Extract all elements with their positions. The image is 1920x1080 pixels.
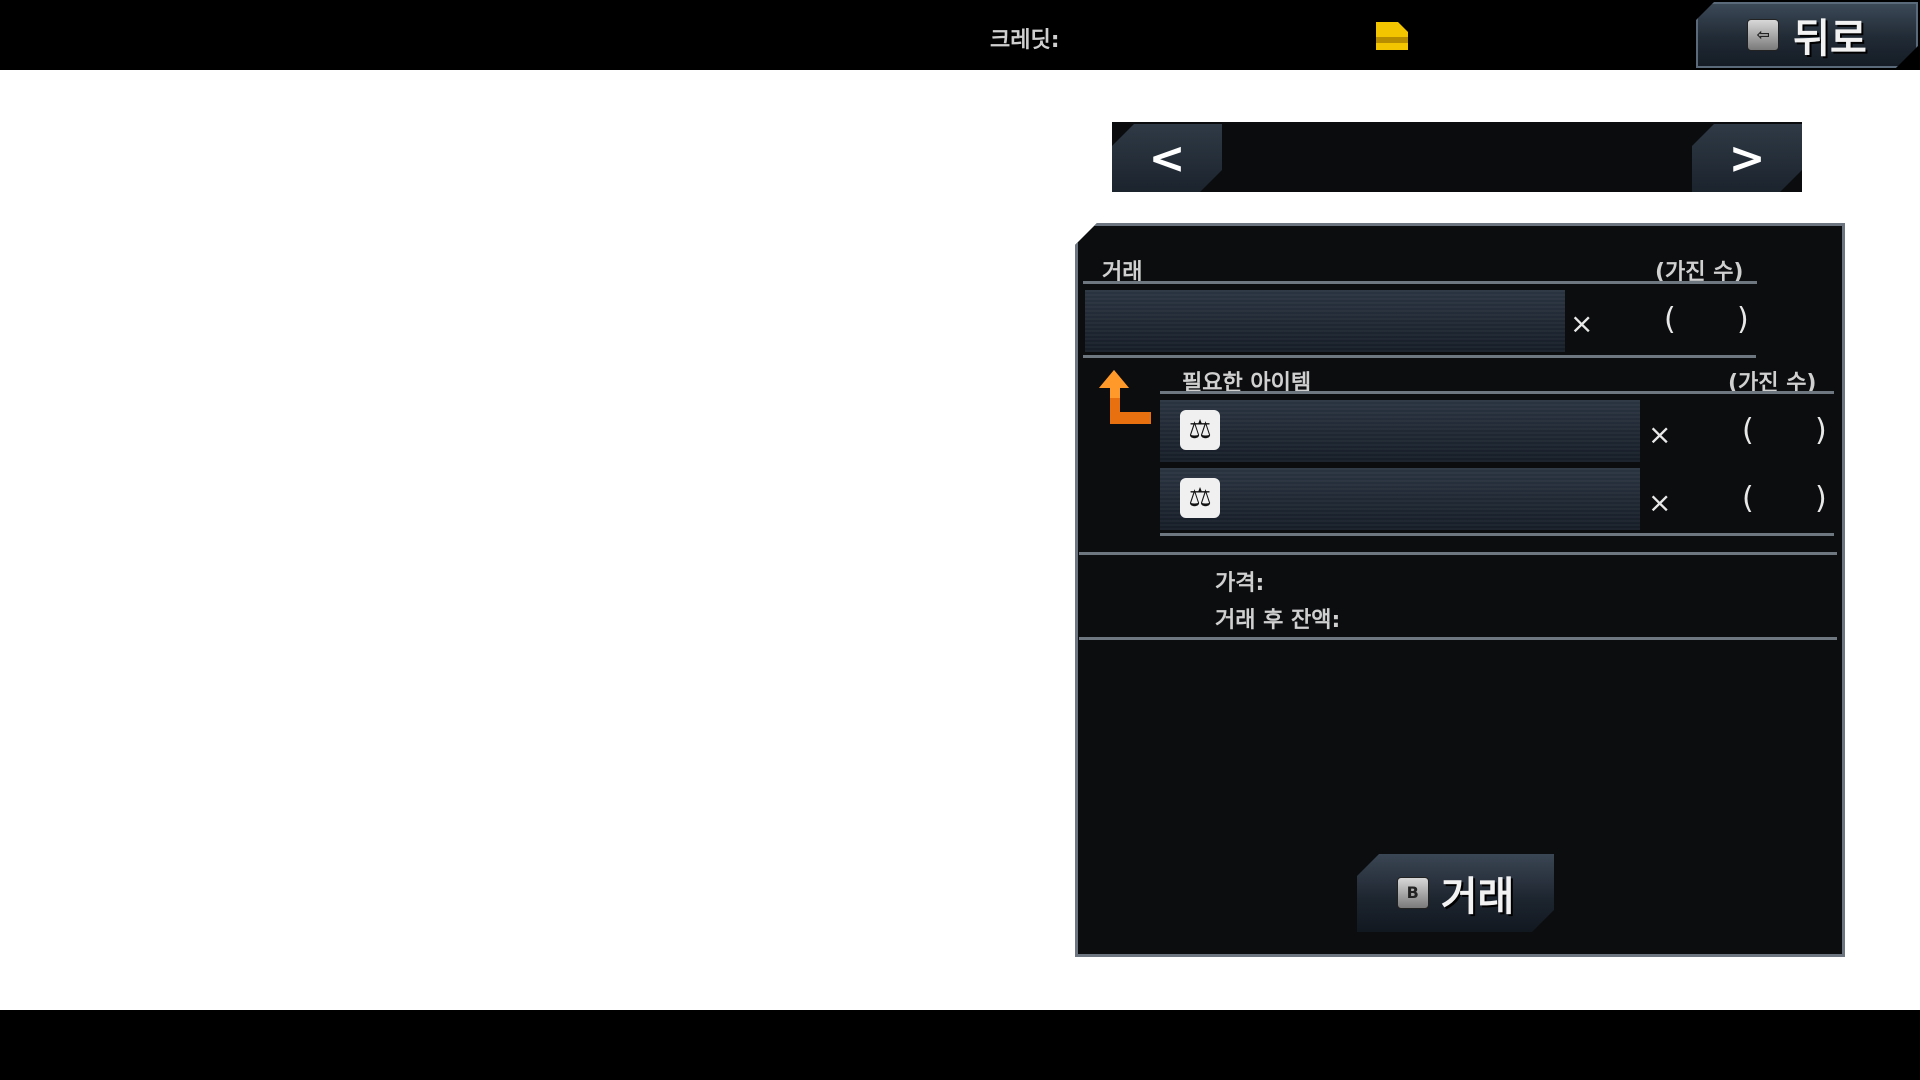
required-item-paren-close: ) <box>1815 481 1827 516</box>
credit-chip-icon <box>1376 22 1408 50</box>
output-paren-open: ( <box>1664 302 1676 337</box>
bottom-bar <box>0 1010 1920 1080</box>
required-item-paren-open: ( <box>1742 481 1754 516</box>
required-item-multiplier: × <box>1648 418 1672 451</box>
trade-header-divider <box>1083 281 1757 284</box>
output-multiplier: × <box>1570 307 1594 340</box>
output-divider <box>1083 355 1756 358</box>
scale-icon: ⚖ <box>1180 410 1220 450</box>
b-key-icon: B <box>1397 877 1429 909</box>
back-button[interactable]: ⇦ 뒤로 <box>1696 2 1918 68</box>
back-key-icon: ⇦ <box>1747 19 1779 51</box>
required-item-slot[interactable] <box>1160 400 1640 462</box>
required-item-paren-close: ) <box>1815 413 1827 448</box>
output-item-slot[interactable] <box>1085 290 1565 352</box>
price-section-top-divider <box>1079 552 1837 555</box>
output-paren-close: ) <box>1737 302 1749 337</box>
required-items-divider <box>1160 533 1834 536</box>
balance-after-trade-label: 거래 후 잔액: <box>1215 608 1341 633</box>
required-item-slot[interactable] <box>1160 468 1640 530</box>
scale-icon: ⚖ <box>1180 478 1220 518</box>
arrow-up-icon <box>1099 370 1151 424</box>
required-item-paren-open: ( <box>1742 413 1754 448</box>
chevron-right-icon[interactable]: > <box>1692 124 1802 192</box>
credits-label: 크레딧: <box>990 28 1060 53</box>
required-item-multiplier: × <box>1648 486 1672 519</box>
top-bar <box>0 0 1920 70</box>
price-label: 가격: <box>1215 571 1265 596</box>
back-button-label: 뒤로 <box>1793 16 1867 62</box>
price-section-bottom-divider <box>1079 637 1837 640</box>
trade-button-label: 거래 <box>1440 874 1515 920</box>
trade-button[interactable]: B 거래 <box>1357 854 1554 932</box>
required-header-divider <box>1160 391 1834 394</box>
chevron-left-icon[interactable]: < <box>1112 124 1222 192</box>
